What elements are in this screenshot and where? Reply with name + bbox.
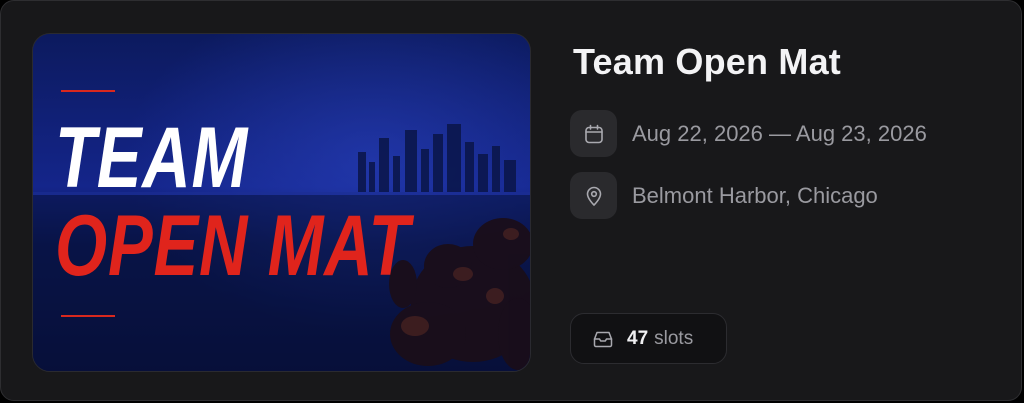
poster-title: TEAM OPEN MAT <box>55 110 511 294</box>
poster-title-line1: TEAM <box>55 110 249 206</box>
event-dates-row: Aug 22, 2026 — Aug 23, 2026 <box>570 110 927 157</box>
event-location: Belmont Harbor, Chicago <box>632 182 878 208</box>
event-location-row: Belmont Harbor, Chicago <box>570 172 878 219</box>
poster-title-line2: OPEN MAT <box>55 197 411 294</box>
slots-badge: 47 slots <box>570 313 727 364</box>
slots-count: 47 <box>627 327 649 349</box>
event-card[interactable]: TEAM OPEN MAT Team Open Mat Aug 22, 2026… <box>0 0 1022 401</box>
event-dates: Aug 22, 2026 — Aug 23, 2026 <box>632 120 927 146</box>
event-title[interactable]: Team Open Mat <box>573 41 841 83</box>
calendar-icon <box>570 110 617 157</box>
poster-bottom-rule <box>61 315 115 317</box>
map-pin-icon <box>570 172 617 219</box>
slots-label: slots <box>654 327 694 349</box>
poster-top-rule <box>61 90 115 92</box>
event-poster-image: TEAM OPEN MAT <box>32 33 531 372</box>
inbox-icon <box>593 330 613 348</box>
